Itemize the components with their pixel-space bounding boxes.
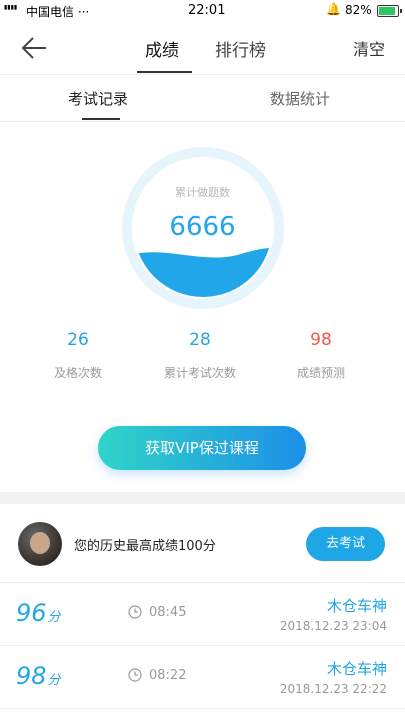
top-nav: 成绩 排行榜 清空	[0, 22, 405, 74]
tab-scores[interactable]: 成绩	[145, 36, 179, 61]
subtab-underline	[82, 118, 120, 120]
record-time: 08:45	[149, 605, 187, 620]
record-user-name: 木仓车神	[326, 660, 387, 678]
list-item[interactable]: 96分 08:45 木仓车神 2018.12.23 23:04	[0, 583, 405, 646]
stat-label: 累计考试次数	[163, 366, 236, 380]
vip-course-button[interactable]: 获取VIP保过课程	[98, 426, 306, 470]
stat-label: 成绩预测	[296, 366, 345, 380]
clock-icon	[128, 605, 142, 619]
record-score: 98分	[16, 662, 61, 690]
stat-value: 26	[67, 330, 89, 350]
record-time: 08:22	[149, 668, 187, 683]
stat-pass-count: 26 及格次数	[18, 330, 138, 381]
battery-icon	[377, 5, 402, 17]
best-score-text: 您的历史最高成绩100分	[74, 539, 216, 554]
stat-score-prediction: 98 成绩预测	[261, 330, 381, 381]
back-arrow-icon[interactable]	[20, 34, 50, 62]
subtab-data-stats[interactable]: 数据统计	[270, 88, 330, 109]
status-time: 22:01	[188, 3, 226, 18]
status-bar: ▮▮▮▮ 中国电信 ··· 22:01 🔔 82%	[0, 0, 405, 22]
clock-icon	[128, 668, 142, 682]
section-divider	[0, 492, 405, 504]
carrier-label: 中国电信 ···	[26, 5, 90, 19]
list-item[interactable]: 98分 08:22 木仓车神 2018.12.23 22:22	[0, 646, 405, 709]
tab-leaderboard[interactable]: 排行榜	[215, 36, 266, 61]
bell-icon: 🔔	[326, 2, 341, 16]
subtab-exam-records[interactable]: 考试记录	[68, 88, 128, 109]
gauge-value: 6666	[169, 212, 236, 242]
stat-value: 28	[189, 330, 211, 350]
clear-button[interactable]: 清空	[353, 36, 385, 60]
record-date: 2018.12.23 23:04	[279, 619, 387, 633]
tab-underline	[137, 71, 192, 73]
go-exam-button[interactable]: 去考试	[306, 527, 385, 561]
record-score: 96分	[16, 599, 61, 627]
sub-tabs: 考试记录 数据统计	[0, 74, 405, 122]
record-user-name: 木仓车神	[326, 597, 387, 615]
signal-icon: ▮▮▮▮	[4, 4, 18, 11]
avatar	[18, 522, 62, 566]
gauge-label: 累计做题数	[175, 186, 230, 199]
stat-label: 及格次数	[53, 366, 102, 380]
battery-percent: 82%	[345, 3, 372, 17]
stat-total-exams: 28 累计考试次数	[140, 330, 260, 381]
best-score-row: 您的历史最高成绩100分 去考试	[0, 504, 405, 583]
record-date: 2018.12.23 22:22	[279, 682, 387, 696]
stat-value: 98	[310, 330, 332, 350]
